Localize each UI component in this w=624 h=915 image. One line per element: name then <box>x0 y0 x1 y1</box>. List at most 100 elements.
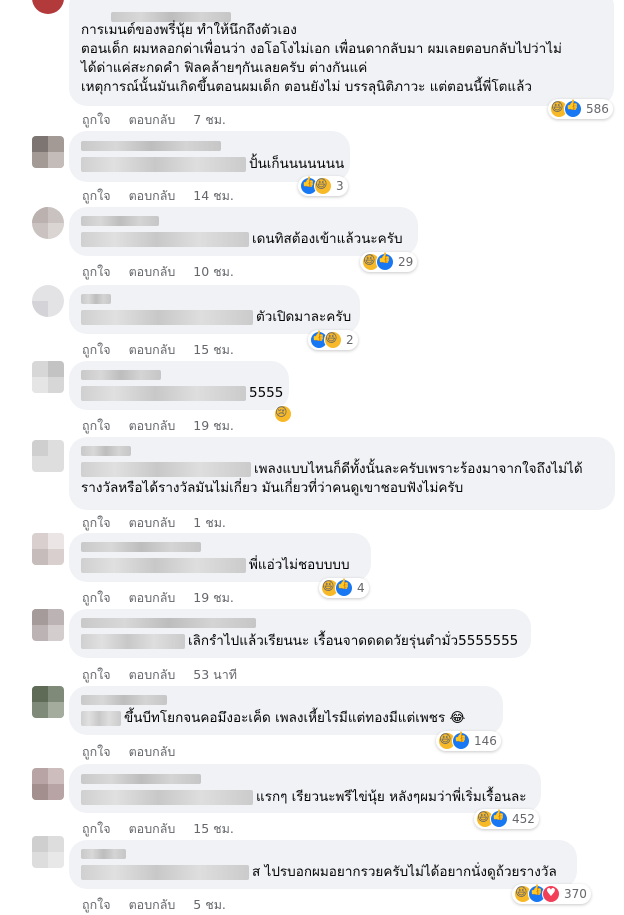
comment-text: ปั้นเก็นนนนนนน <box>249 156 345 172</box>
avatar[interactable] <box>32 533 64 565</box>
like-button[interactable]: ถูกใจ <box>82 188 111 203</box>
like-button[interactable]: ถูกใจ <box>82 264 111 279</box>
avatar[interactable] <box>32 285 64 317</box>
comment-bubble: เลิกรำไปแล้วเรียนนะ เรื้อนจาดดดดวัยรุ่นต… <box>69 609 531 658</box>
like-button[interactable]: ถูกใจ <box>82 342 111 357</box>
reaction-summary[interactable]: 4 <box>319 578 369 598</box>
reply-button[interactable]: ตอบกลับ <box>129 821 176 836</box>
reply-button[interactable]: ตอบกลับ <box>129 744 176 759</box>
author-name[interactable] <box>81 849 126 859</box>
reaction-count: 586 <box>586 102 609 116</box>
comment-timestamp[interactable]: 19 ชม. <box>193 418 234 433</box>
like-button[interactable]: ถูกใจ <box>82 744 111 759</box>
comment-actions: ถูกใจ ตอบกลับ 19 ชม. <box>82 416 248 436</box>
comment-actions: ถูกใจ ตอบกลับ 5 ชม. <box>82 895 240 915</box>
reaction-count: 3 <box>336 179 344 193</box>
like-button[interactable]: ถูกใจ <box>82 821 111 836</box>
comment-timestamp[interactable]: 19 ชม. <box>193 590 234 605</box>
like-button[interactable]: ถูกใจ <box>82 667 111 682</box>
love-reaction-icon <box>542 885 560 903</box>
reaction-summary[interactable]: 2 <box>308 330 358 350</box>
like-button[interactable]: ถูกใจ <box>82 590 111 605</box>
comment-actions: ถูกใจ ตอบกลับ 7 ชม. <box>82 110 240 130</box>
like-reaction-icon <box>376 253 394 271</box>
blurred-text <box>81 231 249 247</box>
comment-bubble: ขึ้นบีทโยกจนคอมึงอะเค็ด เพลงเหี้ยไรมีแต่… <box>69 686 503 735</box>
reaction-count: 452 <box>512 812 535 826</box>
author-name[interactable] <box>81 446 131 456</box>
avatar[interactable] <box>32 207 64 239</box>
author-name[interactable] <box>81 774 201 784</box>
avatar[interactable] <box>32 686 64 718</box>
author-name[interactable] <box>81 141 221 151</box>
comment-timestamp[interactable]: 5 ชม. <box>193 897 226 912</box>
blurred-text <box>81 385 246 401</box>
avatar[interactable] <box>32 609 64 641</box>
comment-bubble: เพลงแบบไหนก็ดีทั้งนั้นละครับเพราะร้องมาจ… <box>69 437 615 510</box>
reply-button[interactable]: ตอบกลับ <box>129 515 176 530</box>
comment-text-line: เพลงแบบไหนก็ดีทั้งนั้นละครับเพราะร้องมาจ… <box>254 461 583 477</box>
reply-button[interactable]: ตอบกลับ <box>129 342 176 357</box>
reply-button[interactable]: ตอบกลับ <box>129 590 176 605</box>
reaction-summary[interactable]: 146 <box>436 731 501 751</box>
reply-button[interactable]: ตอบกลับ <box>129 418 176 433</box>
blurred-text <box>81 710 121 726</box>
blurred-text <box>81 633 185 649</box>
comment-bubble: พี่แอ่วไม่ชอบบบบ <box>69 533 371 582</box>
reaction-summary[interactable]: 370 <box>512 884 591 904</box>
reply-button[interactable]: ตอบกลับ <box>129 667 176 682</box>
avatar[interactable] <box>32 440 64 472</box>
haha-reaction-icon <box>324 331 342 349</box>
author-name[interactable] <box>81 294 111 304</box>
comment-timestamp[interactable]: 15 ชม. <box>193 821 234 836</box>
author-name[interactable] <box>81 542 201 552</box>
avatar[interactable] <box>32 361 64 393</box>
author-name[interactable] <box>81 695 167 705</box>
comment-timestamp[interactable]: 53 นาที <box>193 667 237 682</box>
comment-timestamp[interactable]: 15 ชม. <box>193 342 234 357</box>
reply-button[interactable]: ตอบกลับ <box>129 264 176 279</box>
author-name[interactable] <box>81 370 161 380</box>
comment-text: ส ไปรบอกผมอยากรวยครับไม่ได้อยากนั่งดูถ้ว… <box>252 864 557 880</box>
author-name[interactable] <box>81 618 256 628</box>
reaction-summary[interactable]: 452 <box>474 809 539 829</box>
author-name[interactable] <box>81 216 159 226</box>
comment-bubble: ส ไปรบอกผมอยากรวยครับไม่ได้อยากนั่งดูถ้ว… <box>69 840 577 889</box>
sad-reaction-icon <box>274 405 292 423</box>
like-button[interactable]: ถูกใจ <box>82 112 111 127</box>
comment-actions: ถูกใจ ตอบกลับ 15 ชม. <box>82 819 248 839</box>
comment-text: ตัวเปิดมาละครับ <box>256 309 352 325</box>
reaction-count: 2 <box>346 333 354 347</box>
like-reaction-icon <box>452 732 470 750</box>
comment-bubble: ตัวเปิดมาละครับ <box>69 285 360 334</box>
comment-text: 5555 <box>249 385 284 401</box>
reply-button[interactable]: ตอบกลับ <box>129 188 176 203</box>
avatar[interactable] <box>32 0 64 14</box>
comment-text-line: รางวัลหรือได้รางวัลมันไม่เกี่ยว มันเกี่ย… <box>81 480 464 496</box>
comment-timestamp[interactable]: 10 ชม. <box>193 264 234 279</box>
comment-actions: ถูกใจ ตอบกลับ 15 ชม. <box>82 340 248 360</box>
reaction-summary[interactable]: 586 <box>548 99 613 119</box>
comment-bubble: เดนทิสต้องเข้าแล้วนะครับ <box>69 207 418 256</box>
comment-text: พี่แอ่วไม่ชอบบบบ <box>249 557 350 573</box>
comment-timestamp[interactable]: 14 ชม. <box>193 188 234 203</box>
reply-button[interactable]: ตอบกลับ <box>129 112 176 127</box>
reaction-summary[interactable]: 3 <box>298 176 348 196</box>
comment-timestamp[interactable]: 1 ชม. <box>193 515 226 530</box>
reaction-summary[interactable] <box>272 404 292 424</box>
blurred-text <box>81 864 249 880</box>
like-button[interactable]: ถูกใจ <box>82 897 111 912</box>
avatar[interactable] <box>32 768 64 800</box>
comment-text-line: ตอนเด็ก ผมหลอกด่าเพื่อนว่า งอโอโงไม่เอก … <box>81 41 562 57</box>
reaction-summary[interactable]: 29 <box>360 252 418 272</box>
like-button[interactable]: ถูกใจ <box>82 418 111 433</box>
avatar[interactable] <box>32 136 64 168</box>
like-button[interactable]: ถูกใจ <box>82 515 111 530</box>
reply-button[interactable]: ตอบกลับ <box>129 897 176 912</box>
comment-actions: ถูกใจ ตอบกลับ 53 นาที <box>82 665 251 685</box>
like-reaction-icon <box>490 810 508 828</box>
comment-bubble: ปั้นเก็นนนนนนน <box>69 131 350 182</box>
avatar[interactable] <box>32 836 64 868</box>
comment-text-line: การเมนต์ของพรี่นุ้ย ทำให้นึกถึงตัวเอง <box>81 22 297 38</box>
comment-timestamp[interactable]: 7 ชม. <box>193 112 226 127</box>
